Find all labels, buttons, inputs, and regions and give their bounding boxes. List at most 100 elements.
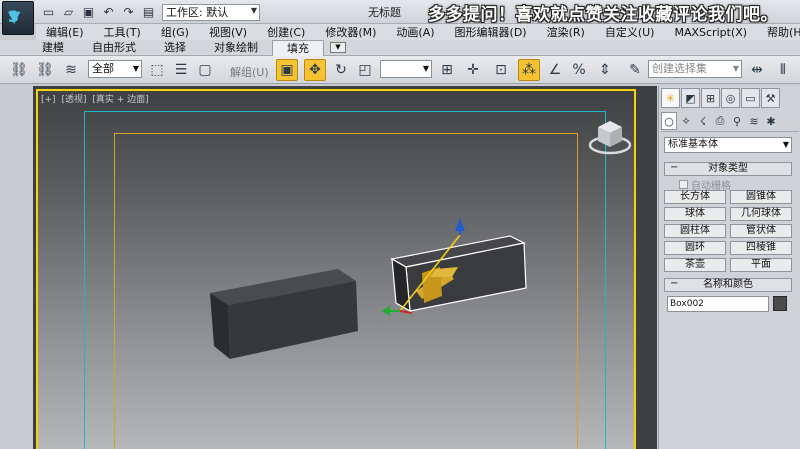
chevron-down-icon: ▼ <box>732 64 739 73</box>
shapes-icon[interactable]: ⟡ <box>678 112 694 130</box>
keyboard-shortcut-override-icon[interactable]: ⊡ <box>490 59 512 81</box>
cylinder-button[interactable]: 圆柱体 <box>664 224 726 238</box>
object-name-field[interactable]: Box002 <box>667 296 769 312</box>
window-crossing-icon[interactable]: ▣ <box>276 59 298 81</box>
tab-freeform[interactable]: 自由形式 <box>78 40 150 56</box>
workspace-dropdown[interactable]: 工作区: 默认 ▼ <box>162 3 260 21</box>
new-file-icon[interactable]: ▭ <box>40 4 57 21</box>
selection-filter-dropdown[interactable]: 全部 ▼ <box>88 60 142 78</box>
main-toolbar: ⛓ ⛓ ≋ 全部 ▼ ⬚ ☰ ▢ 解组(U) ▣ ✥ ↻ ◰ ▼ ⊞ ✛ ⊡ ⁂… <box>0 56 800 84</box>
tab-modeling[interactable]: 建模 <box>28 40 78 56</box>
teapot-button[interactable]: 茶壶 <box>664 258 726 272</box>
select-and-move-icon[interactable]: ✥ <box>304 59 326 81</box>
command-panel: ✳ ◩ ⊞ ◎ ▭ ⚒ ○ ⟡ ☇ ⎙ ⚲ ≋ ✱ 标准基本体 ▼ − 对象类型… <box>658 86 800 449</box>
use-pivot-center-icon[interactable]: ⊞ <box>436 59 458 81</box>
save-file-icon[interactable]: ▣ <box>80 4 97 21</box>
project-folder-icon[interactable]: ▤ <box>140 4 157 21</box>
geometry-category-value: 标准基本体 <box>668 139 718 150</box>
menu-animation[interactable]: 动画(A) <box>386 24 444 40</box>
app-menu-button[interactable]: 3 ▼ <box>2 1 34 35</box>
menu-maxscript[interactable]: MAXScript(X) <box>664 26 757 39</box>
select-and-manipulate-icon[interactable]: ✛ <box>462 59 484 81</box>
ribbon-tab-bar: 建模 自由形式 选择 对象绘制 填充 ▼ <box>0 39 800 56</box>
unlink-selection-icon[interactable]: ⛓ <box>34 59 56 81</box>
ribbon-options-dropdown[interactable]: ▼ <box>330 42 346 53</box>
geometry-icon[interactable]: ○ <box>661 112 677 130</box>
quick-access-toolbar: ▭ ▱ ▣ ↶ ↷ ▤ 工作区: 默认 ▼ <box>40 3 260 21</box>
create-category-bar: ○ ⟡ ☇ ⎙ ⚲ ≋ ✱ <box>661 112 799 132</box>
menu-tools[interactable]: 工具(T) <box>94 24 151 40</box>
cone-button[interactable]: 圆锥体 <box>730 190 792 204</box>
helpers-icon[interactable]: ⚲ <box>729 112 745 130</box>
menu-bar: 编辑(E) 工具(T) 组(G) 视图(V) 创建(C) 修改器(M) 动画(A… <box>36 24 800 40</box>
hierarchy-tab-icon[interactable]: ⊞ <box>701 88 720 108</box>
chevron-down-icon: ▼ <box>132 64 139 73</box>
box-button[interactable]: 长方体 <box>664 190 726 204</box>
display-tab-icon[interactable]: ▭ <box>741 88 760 108</box>
scene-canvas <box>210 219 527 359</box>
lights-icon[interactable]: ☇ <box>695 112 711 130</box>
spinner-snap-icon[interactable]: ⇕ <box>594 59 616 81</box>
select-object-icon[interactable]: ⬚ <box>146 59 168 81</box>
rectangular-selection-icon[interactable]: ▢ <box>194 59 216 81</box>
rollout-name-and-color[interactable]: − 名称和颜色 <box>664 278 792 292</box>
open-file-icon[interactable]: ▱ <box>60 4 77 21</box>
percent-snap-icon[interactable]: % <box>568 59 590 81</box>
bind-to-space-warp-icon[interactable]: ≋ <box>60 59 82 81</box>
utilities-tab-icon[interactable]: ⚒ <box>761 88 780 108</box>
angle-snap-icon[interactable]: ∠ <box>544 59 566 81</box>
cameras-icon[interactable]: ⎙ <box>712 112 728 130</box>
tab-selection[interactable]: 选择 <box>150 40 200 56</box>
named-selection-placeholder: 创建选择集 <box>652 62 707 75</box>
rollout-object-type[interactable]: − 对象类型 <box>664 162 792 176</box>
motion-tab-icon[interactable]: ◎ <box>721 88 740 108</box>
menu-help[interactable]: 帮助(H) <box>757 24 800 40</box>
ungroup-label[interactable]: 解组(U) <box>230 64 269 80</box>
box-object-1[interactable] <box>210 269 358 359</box>
checkbox-icon <box>679 180 688 189</box>
mirror-icon[interactable]: ⇹ <box>746 59 768 81</box>
object-color-swatch[interactable] <box>773 296 787 311</box>
rollout-object-type-label: 对象类型 <box>708 163 748 174</box>
select-and-link-icon[interactable]: ⛓ <box>8 59 30 81</box>
select-by-name-icon[interactable]: ☰ <box>170 59 192 81</box>
rollout-name-and-color-label: 名称和颜色 <box>703 279 753 290</box>
modify-tab-icon[interactable]: ◩ <box>681 88 700 108</box>
box-object-2[interactable] <box>390 235 527 313</box>
align-icon[interactable]: ⫴ <box>772 59 794 81</box>
tab-object-paint[interactable]: 对象绘制 <box>200 40 272 56</box>
edit-named-selection-icon[interactable]: ✎ <box>624 59 646 81</box>
perspective-viewport[interactable]: [+] [透视] [真实 + 边面] <box>36 89 636 449</box>
named-selection-set-dropdown[interactable]: 创建选择集 ▼ <box>648 60 742 78</box>
geometry-category-dropdown[interactable]: 标准基本体 ▼ <box>664 137 792 153</box>
geosphere-button[interactable]: 几何球体 <box>730 207 792 221</box>
space-warps-icon[interactable]: ≋ <box>746 112 762 130</box>
snaps-toggle-icon[interactable]: ⁂ <box>518 59 540 81</box>
select-and-scale-icon[interactable]: ◰ <box>354 59 376 81</box>
pyramid-button[interactable]: 四棱锥 <box>730 241 792 255</box>
chevron-down-icon: ▼ <box>782 140 789 149</box>
menu-edit[interactable]: 编辑(E) <box>36 24 94 40</box>
menu-view[interactable]: 视图(V) <box>199 24 257 40</box>
create-tab-icon[interactable]: ✳ <box>661 88 680 108</box>
document-title: 无标题 <box>368 6 401 19</box>
viewcube[interactable] <box>586 111 636 161</box>
menu-customize[interactable]: 自定义(U) <box>595 24 665 40</box>
plane-button[interactable]: 平面 <box>730 258 792 272</box>
undo-icon[interactable]: ↶ <box>100 4 117 21</box>
tube-button[interactable]: 管状体 <box>730 224 792 238</box>
command-panel-tabs: ✳ ◩ ⊞ ◎ ▭ ⚒ <box>661 88 799 108</box>
sphere-button[interactable]: 球体 <box>664 207 726 221</box>
select-and-rotate-icon[interactable]: ↻ <box>330 59 352 81</box>
torus-button[interactable]: 圆环 <box>664 241 726 255</box>
redo-icon[interactable]: ↷ <box>120 4 137 21</box>
menu-rendering[interactable]: 渲染(R) <box>537 24 595 40</box>
reference-coordinate-dropdown[interactable]: ▼ <box>380 60 432 78</box>
tab-populate[interactable]: 填充 <box>272 39 324 56</box>
menu-create[interactable]: 创建(C) <box>257 24 315 40</box>
systems-icon[interactable]: ✱ <box>763 112 779 130</box>
menu-group[interactable]: 组(G) <box>151 24 199 40</box>
title-bar: ▭ ▱ ▣ ↶ ↷ ▤ 工作区: 默认 ▼ 无标题 多多提问！喜欢就点赞关注收藏… <box>0 0 800 25</box>
menu-modifiers[interactable]: 修改器(M) <box>315 24 386 40</box>
menu-graph-editors[interactable]: 图形编辑器(D) <box>445 24 537 40</box>
